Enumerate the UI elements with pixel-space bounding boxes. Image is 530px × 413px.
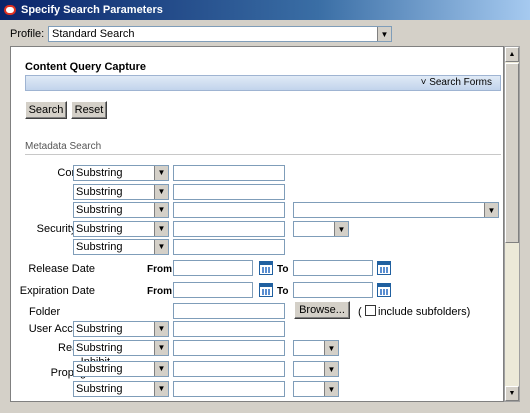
inhibit-propagation-operator-value: Substring	[76, 363, 123, 375]
expiration-date-from-input[interactable]	[173, 282, 253, 298]
expiration-date-label: Expiration Date	[19, 285, 95, 297]
profile-label: Profile:	[10, 28, 45, 40]
chevron-down-icon[interactable]: ▼	[324, 362, 338, 376]
chevron-down-icon[interactable]: ▼	[154, 185, 168, 199]
scroll-up-icon[interactable]: ▲	[505, 47, 519, 62]
user-access-list-input[interactable]	[173, 321, 285, 337]
security-group-operator-value: Substring	[76, 223, 123, 235]
chevron-down-icon[interactable]: ▼	[154, 362, 168, 376]
window-titlebar: Specify Search Parameters	[0, 0, 530, 20]
chevron-down-icon[interactable]: ▼	[154, 322, 168, 336]
chevron-down-icon[interactable]: ▼	[484, 203, 498, 217]
type-input[interactable]	[173, 202, 285, 218]
browse-button[interactable]: Browse...	[294, 301, 350, 319]
type-operator-value: Substring	[76, 204, 123, 216]
filer-operator-select[interactable]: Substring ▼	[73, 239, 169, 255]
calendar-icon[interactable]	[377, 261, 391, 275]
chevron-down-icon[interactable]: ▼	[324, 382, 338, 396]
release-date-label: Release Date	[28, 263, 95, 275]
oracle-app-icon	[4, 5, 16, 15]
window-title: Specify Search Parameters	[21, 4, 163, 16]
release-date-to-label: To	[277, 264, 289, 275]
title-operator-value: Substring	[76, 186, 123, 198]
read-only-value-select[interactable]: ▼	[293, 340, 339, 356]
release-date-from-input[interactable]	[173, 260, 253, 276]
chevron-down-icon[interactable]: ▼	[334, 222, 348, 236]
release-date-from-label: From	[147, 264, 172, 275]
include-subfolders-label: include subfolders)	[378, 306, 471, 318]
chevron-down-icon[interactable]: ▼	[377, 27, 391, 41]
folder-label: Folder	[29, 306, 61, 318]
search-panel: Content Query Capture ˅ Search Forms Sea…	[10, 46, 504, 402]
panel-title: Content Query Capture	[25, 61, 147, 73]
type-value-select[interactable]: ▼	[293, 202, 499, 218]
hidden-operator-value: Substring	[76, 383, 123, 395]
content-id-input[interactable]	[173, 165, 285, 181]
chevron-down-icon[interactable]: ▼	[154, 382, 168, 396]
include-subfolders-paren: (	[358, 306, 362, 318]
chevron-down-icon[interactable]: ▼	[154, 166, 168, 180]
title-operator-select[interactable]: Substring ▼	[73, 184, 169, 200]
profile-select[interactable]: Standard Search ▼	[48, 26, 392, 42]
security-group-value-select[interactable]: ▼	[293, 221, 349, 237]
search-button[interactable]: Search	[25, 101, 67, 119]
search-forms-toggle[interactable]: ˅ Search Forms	[25, 75, 501, 91]
section-title: Metadata Search	[25, 141, 501, 155]
inhibit-propagation-operator-select[interactable]: Substring ▼	[73, 361, 169, 377]
calendar-icon[interactable]	[377, 283, 391, 297]
chevron-down-icon[interactable]: ▼	[154, 240, 168, 254]
security-group-operator-select[interactable]: Substring ▼	[73, 221, 169, 237]
security-group-input[interactable]	[173, 221, 285, 237]
reset-button[interactable]: Reset	[71, 101, 107, 119]
chevron-down-icon[interactable]: ▼	[154, 203, 168, 217]
user-access-list-operator-select[interactable]: Substring ▼	[73, 321, 169, 337]
chevron-down-icon[interactable]: ▼	[324, 341, 338, 355]
calendar-icon[interactable]	[259, 283, 273, 297]
inhibit-propagation-input[interactable]	[173, 361, 285, 377]
chevron-down-icon[interactable]: ▼	[154, 341, 168, 355]
expiration-date-to-label: To	[277, 286, 289, 297]
content-id-operator-select[interactable]: Substring ▼	[73, 165, 169, 181]
folder-input[interactable]	[173, 303, 285, 319]
title-input[interactable]	[173, 184, 285, 200]
filer-operator-value: Substring	[76, 241, 123, 253]
vertical-scrollbar[interactable]: ▲ ▼	[504, 46, 520, 402]
read-only-input[interactable]	[173, 340, 285, 356]
expiration-date-to-input[interactable]	[293, 282, 373, 298]
read-only-operator-value: Substring	[76, 342, 123, 354]
chevron-down-icon[interactable]: ▼	[154, 222, 168, 236]
calendar-icon[interactable]	[259, 261, 273, 275]
hidden-value-select[interactable]: ▼	[293, 381, 339, 397]
hidden-operator-select[interactable]: Substring ▼	[73, 381, 169, 397]
include-subfolders-checkbox[interactable]	[365, 305, 376, 316]
type-operator-select[interactable]: Substring ▼	[73, 202, 169, 218]
profile-row: Profile: Standard Search ▼	[10, 26, 392, 42]
expiration-date-from-label: From	[147, 286, 172, 297]
filer-input[interactable]	[173, 239, 285, 255]
scrollbar-thumb[interactable]	[505, 63, 519, 243]
release-date-to-input[interactable]	[293, 260, 373, 276]
content-id-operator-value: Substring	[76, 167, 123, 179]
scroll-down-icon[interactable]: ▼	[505, 386, 519, 401]
hidden-input[interactable]	[173, 381, 285, 397]
read-only-operator-select[interactable]: Substring ▼	[73, 340, 169, 356]
user-access-list-operator-value: Substring	[76, 323, 123, 335]
profile-select-value: Standard Search	[52, 28, 135, 40]
inhibit-propagation-value-select[interactable]: ▼	[293, 361, 339, 377]
